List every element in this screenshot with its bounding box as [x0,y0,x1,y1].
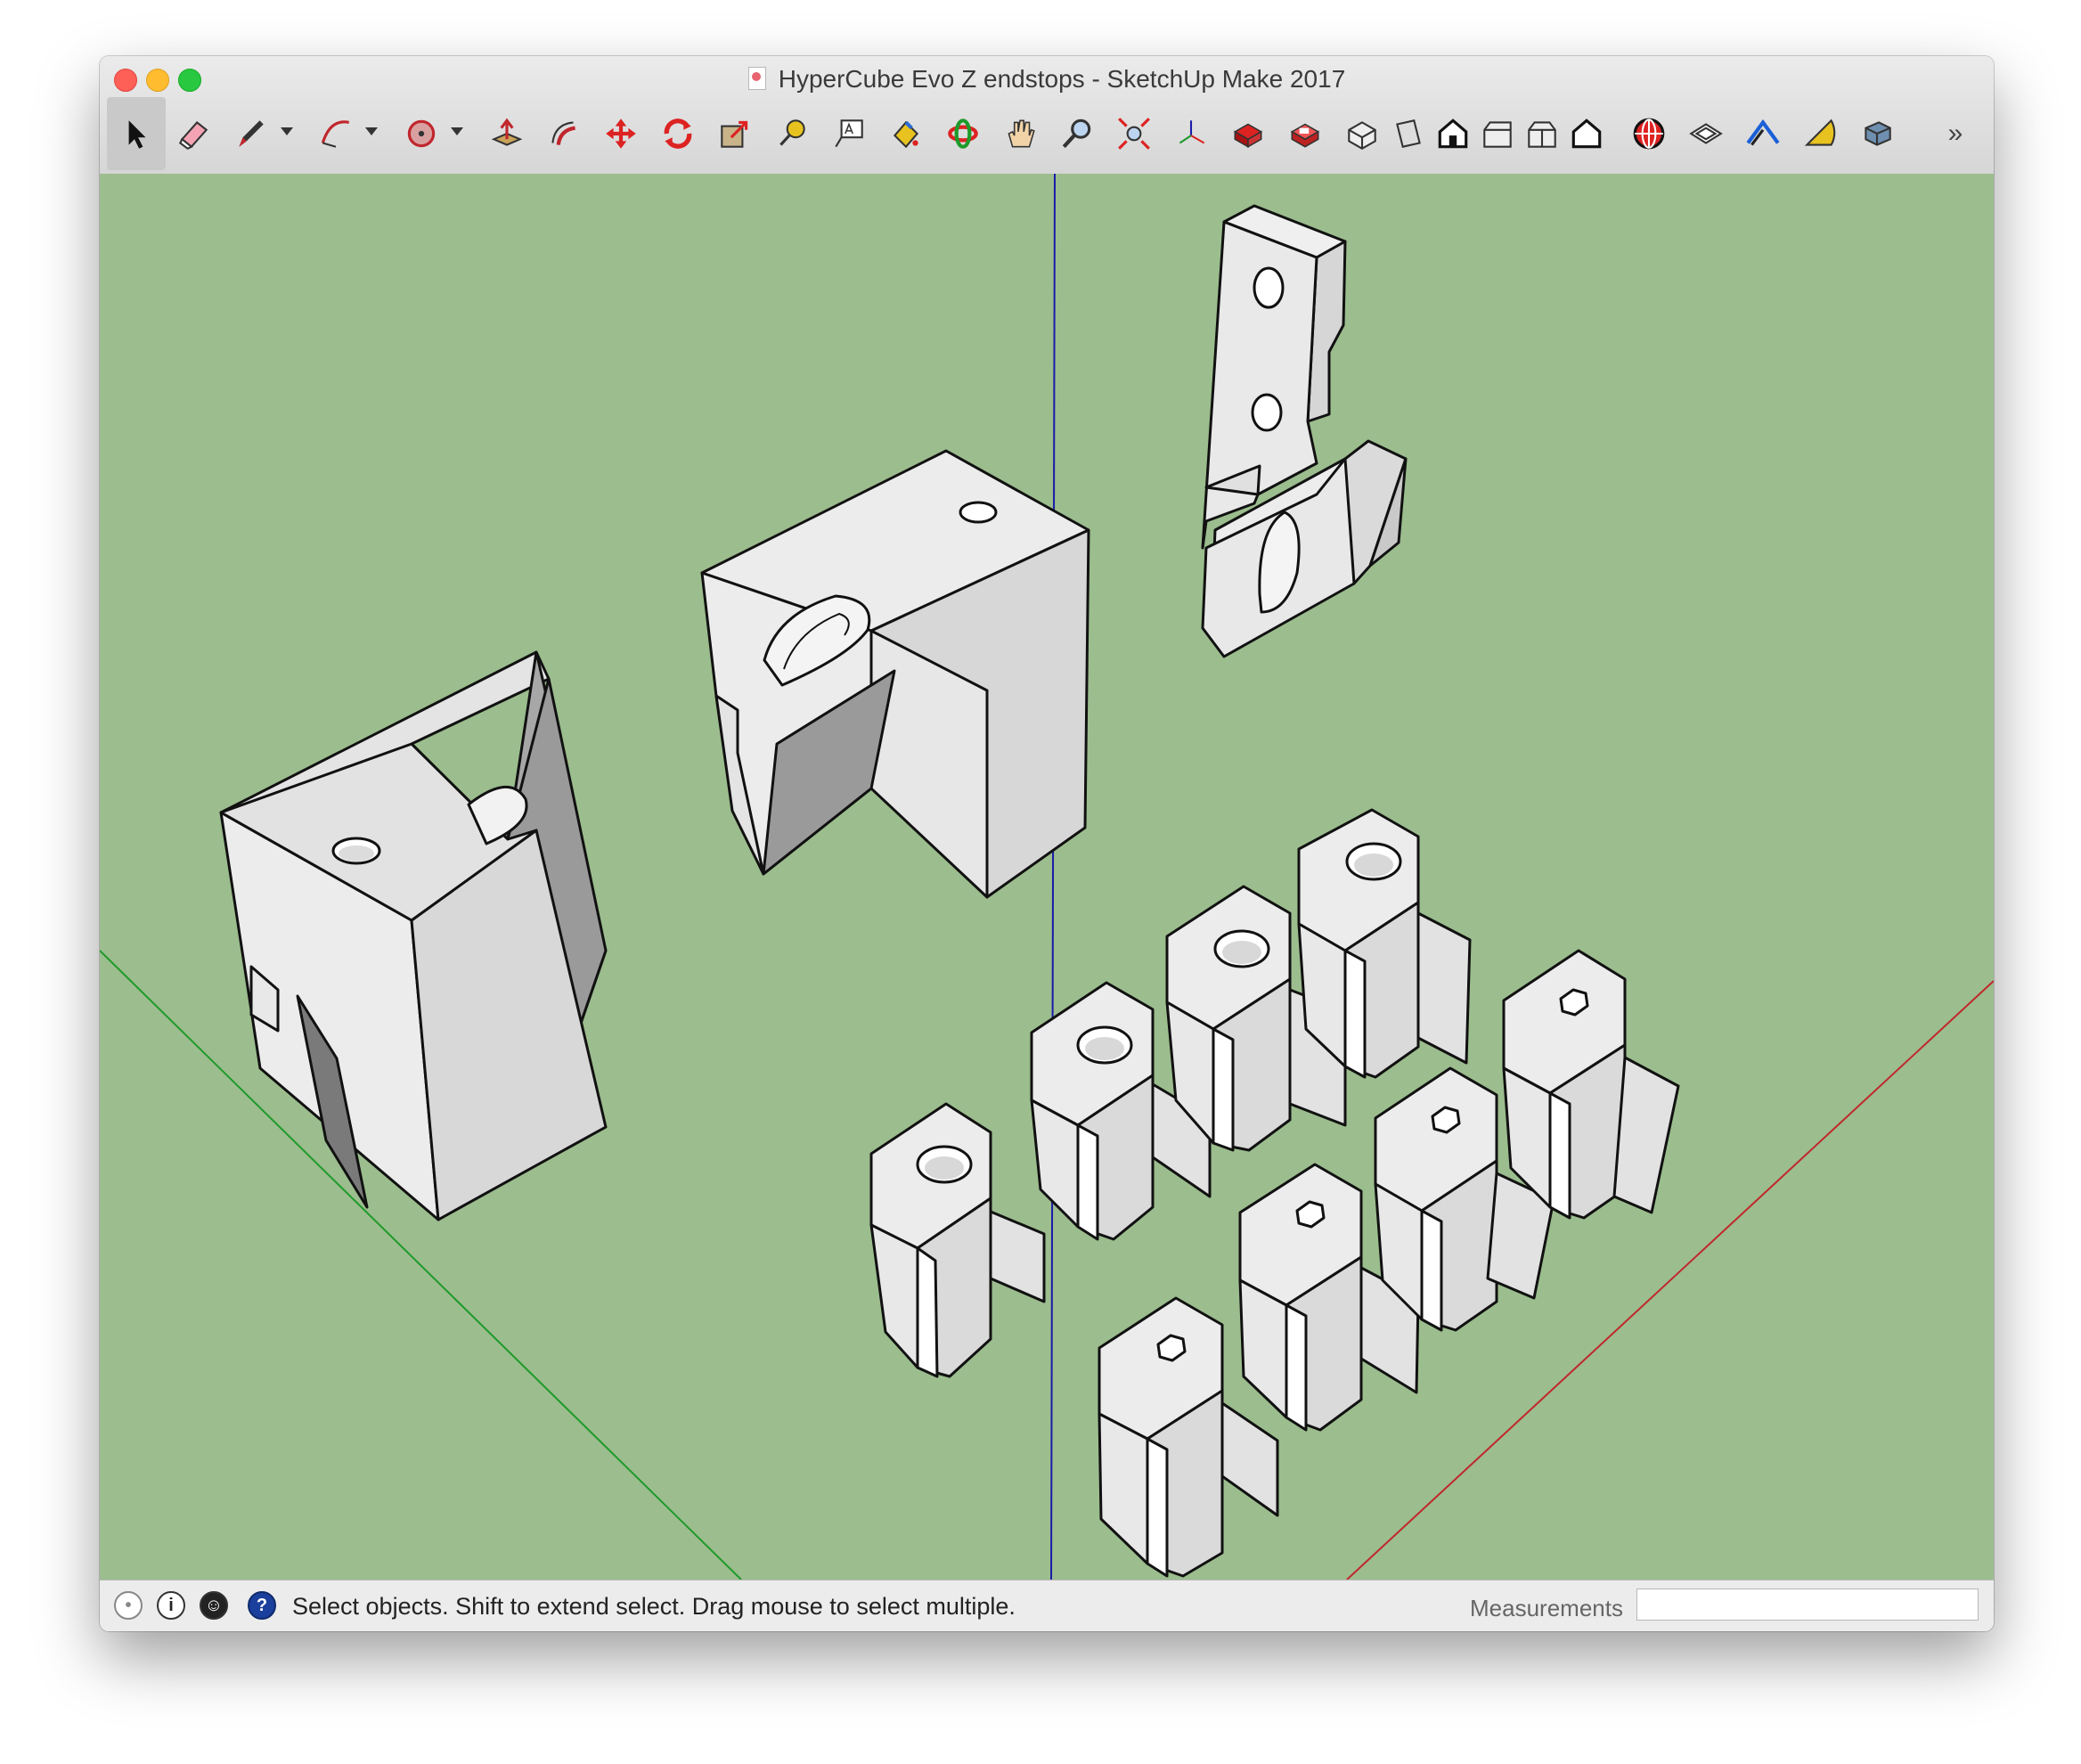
3d-warehouse-icon [1233,123,1263,149]
scene-canvas[interactable] [100,174,1994,1580]
extension-warehouse-button[interactable] [1276,97,1334,170]
protractor-tool-button[interactable] [1791,97,1849,170]
model-viewport[interactable] [100,174,1994,1580]
window-title-text: HyperCube Evo Z endstops - SketchUp Make… [778,65,1346,93]
line-tool-icon [239,120,264,147]
account-status-icon[interactable]: ☺ [200,1591,228,1620]
walk-tool-button[interactable] [1734,97,1792,170]
iso-view-icon [1348,121,1376,151]
line-tool-button[interactable] [221,97,280,170]
axes-tool-icon [1179,120,1205,144]
rotate-tool-icon [664,118,692,149]
spacer-part-hex-4[interactable] [1502,949,1680,1220]
top-endstop-bracket[interactable] [1201,204,1408,658]
zoom-tool-icon [1062,118,1091,149]
zoom-extents-tool-button[interactable] [1105,97,1163,170]
credits-status-icon[interactable]: i [157,1591,185,1620]
scale-tool-icon [721,120,748,148]
walk-tool-icon [1746,118,1780,146]
left-view-button[interactable] [1557,97,1616,170]
measurements-input[interactable] [1636,1588,1979,1621]
orbit-tool-icon [948,118,978,149]
spacer-part-round-1[interactable] [869,1102,1046,1378]
line-tool-dropdown[interactable] [281,127,293,135]
section-plane-icon [1689,123,1723,144]
axes-tool-button[interactable] [1162,97,1220,170]
scale-tool-button[interactable] [706,97,764,170]
eraser-tool-button[interactable] [164,97,223,170]
select-tool-button[interactable] [107,97,166,170]
left-view-icon [1571,118,1602,149]
top-view-icon [1396,119,1421,148]
front-view-icon [1438,118,1468,149]
offset-tool-icon [551,121,575,145]
status-message: Select objects. Shift to extend select. … [292,1593,1016,1620]
sketchup-window: HyperCube Evo Z endstops - SketchUp Make… [100,56,1994,1631]
offset-tool-button[interactable] [535,97,593,170]
toolbar-overflow-button[interactable]: » [1926,97,1985,170]
solid-tools-icon [1865,121,1891,146]
zoom-extents-tool-icon [1118,118,1150,150]
text-tool-icon [835,119,863,148]
select-tool-icon [128,120,146,149]
spacer-part-round-4[interactable] [1297,808,1472,1079]
protractor-tool-icon [1804,118,1836,146]
shape-tool-icon [407,119,436,148]
solid-tools-button[interactable] [1848,97,1906,170]
back-view-icon [1528,121,1556,148]
geo-location-button[interactable] [1620,97,1678,170]
model-geometry[interactable] [219,204,1680,1578]
help-status-icon[interactable]: ? [248,1591,276,1620]
push-pull-tool-icon [491,118,523,146]
title-bar: HyperCube Evo Z endstops - SketchUp Make… [100,56,1994,175]
section-plane-button[interactable] [1677,97,1735,170]
pan-tool-icon [1008,119,1035,148]
left-endstop-bracket[interactable] [219,650,608,1221]
move-tool-button[interactable] [592,97,650,170]
move-tool-icon [606,118,636,149]
orbit-tool-button[interactable] [934,97,992,170]
geo-location-status-icon[interactable]: • [114,1591,143,1620]
zoom-tool-button[interactable] [1048,97,1106,170]
push-pull-tool-button[interactable] [477,97,536,170]
3d-warehouse-button[interactable] [1219,97,1277,170]
main-toolbar: » [100,97,1994,174]
paint-bucket-tool-button[interactable] [877,97,935,170]
document-icon [747,67,766,90]
rotate-tool-button[interactable] [649,97,707,170]
geo-location-icon [1633,118,1665,150]
status-bar: • i ☺ ? Select objects. Shift to extend … [100,1580,1994,1631]
paint-bucket-tool-icon [893,120,919,149]
pan-tool-button[interactable] [991,97,1049,170]
right-view-icon [1483,121,1512,148]
arc-tool-icon [321,120,350,148]
blue-axis [1050,174,1056,1580]
middle-endstop-bracket[interactable] [700,449,1090,899]
shape-tool-dropdown[interactable] [451,127,463,135]
extension-warehouse-icon [1290,123,1320,148]
tape-measure-tool-button[interactable] [763,97,821,170]
shape-tool-button[interactable] [392,97,451,170]
window-title: HyperCube Evo Z endstops - SketchUp Make… [100,65,1994,94]
tape-measure-tool-icon [779,119,805,146]
text-tool-button[interactable] [820,97,878,170]
arc-tool-button[interactable] [306,97,365,170]
measurements-label: Measurements [1470,1595,1623,1621]
arc-tool-dropdown[interactable] [365,127,378,135]
eraser-tool-icon [178,120,208,151]
